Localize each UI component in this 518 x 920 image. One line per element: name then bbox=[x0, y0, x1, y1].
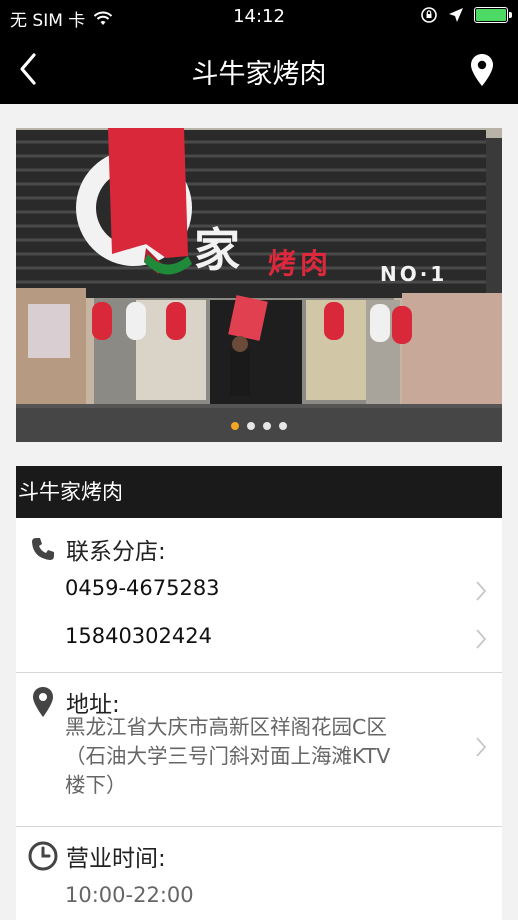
store-name-bar: 斗牛家烤肉 bbox=[16, 466, 502, 518]
clock-icon bbox=[28, 841, 58, 871]
carousel-dot[interactable] bbox=[247, 422, 255, 430]
contact-label: 联系分店: bbox=[66, 539, 166, 565]
chevron-right-icon bbox=[476, 581, 487, 601]
sign-subtitle: 烤肉 bbox=[268, 247, 333, 280]
status-indicators bbox=[420, 6, 512, 24]
chevron-right-icon bbox=[476, 737, 487, 757]
address-line: 楼下） bbox=[65, 773, 127, 797]
contact-section: 联系分店: 0459-4675283 15840302424 bbox=[16, 518, 502, 672]
carousel-dots bbox=[16, 422, 502, 430]
page-title: 斗牛家烤肉 bbox=[191, 59, 327, 90]
hours-label: 营业时间: bbox=[66, 846, 166, 872]
address-text: 黑龙江省大庆市高新区祥阁花园C区 （石油大学三号门斜对面上海滩KTV 楼下） bbox=[65, 713, 465, 800]
address-line: 黑龙江省大庆市高新区祥阁花园C区 bbox=[65, 715, 387, 739]
nav-bar: 斗牛家烤肉 bbox=[0, 34, 518, 104]
sign-char: 家 bbox=[194, 223, 240, 277]
chevron-right-icon bbox=[476, 629, 487, 649]
address-row[interactable]: 地址: 黑龙江省大庆市高新区祥阁花园C区 （石油大学三号门斜对面上海滩KTV 楼… bbox=[16, 673, 502, 826]
hours-section: 营业时间: 10:00-22:00 bbox=[16, 827, 502, 920]
phone-row[interactable]: 0459-4675283 bbox=[16, 568, 502, 614]
phone-icon bbox=[28, 534, 58, 564]
sign-number: NO·1 bbox=[380, 262, 448, 286]
phone-number: 0459-4675283 bbox=[65, 576, 220, 600]
carousel-dot[interactable] bbox=[263, 422, 271, 430]
map-pin-icon bbox=[28, 687, 58, 717]
hours-value: 10:00-22:00 bbox=[65, 883, 194, 907]
carousel-dot[interactable] bbox=[279, 422, 287, 430]
rotation-lock-icon bbox=[421, 7, 437, 23]
phone-number: 15840302424 bbox=[65, 624, 212, 648]
store-info-card: 联系分店: 0459-4675283 15840302424 地址: 黑龙江省大… bbox=[16, 518, 502, 920]
storefront-carousel[interactable]: 家 烤肉 NO·1 bbox=[16, 128, 502, 442]
status-bar: 无 SIM 卡 14:12 bbox=[0, 0, 518, 34]
map-pin-icon bbox=[471, 54, 493, 86]
location-button[interactable] bbox=[460, 46, 504, 94]
address-line: （石油大学三号门斜对面上海滩KTV bbox=[65, 744, 391, 768]
phone-row[interactable]: 15840302424 bbox=[16, 616, 502, 662]
carousel-dot[interactable] bbox=[231, 422, 239, 430]
battery-icon bbox=[474, 7, 512, 23]
location-arrow-icon bbox=[449, 8, 463, 22]
